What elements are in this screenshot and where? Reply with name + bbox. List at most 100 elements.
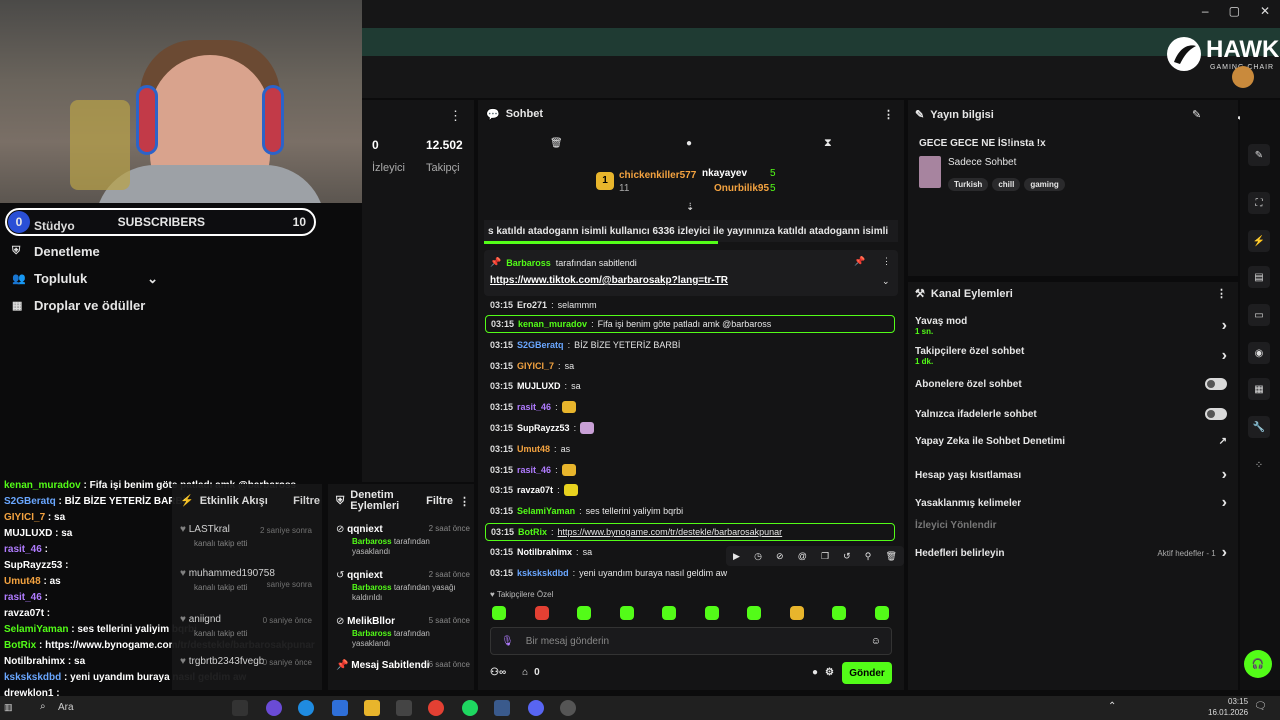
chat-message[interactable]: 03:15 S2GBeratq: BİZ BİZE YETERİZ BARBİ bbox=[490, 336, 680, 354]
emote-button[interactable] bbox=[662, 606, 676, 620]
edge-icon[interactable] bbox=[298, 700, 314, 716]
chat-input[interactable]: Bir mesaj gönderin bbox=[526, 636, 609, 647]
chat-message[interactable]: 03:15 MUJLUXD: sa bbox=[490, 377, 581, 395]
mail-icon[interactable] bbox=[332, 700, 348, 716]
leader-name[interactable]: nkayayev bbox=[702, 168, 747, 179]
channel-action-row[interactable]: Takipçilere özel sohbet 1 dk. › bbox=[915, 346, 1227, 366]
document-icon[interactable]: ▤ bbox=[1248, 266, 1270, 288]
emote-button[interactable] bbox=[577, 606, 591, 620]
folder-icon[interactable] bbox=[364, 700, 380, 716]
obs-icon[interactable] bbox=[560, 700, 576, 716]
pinned-link[interactable]: https://www.tiktok.com/@barbarosakp?lang… bbox=[490, 275, 728, 286]
trash-icon[interactable]: 🗑 bbox=[886, 551, 897, 562]
chevron-right-icon[interactable]: › bbox=[1222, 494, 1227, 512]
chevron-down-icon[interactable]: ⇣ bbox=[686, 202, 694, 213]
chat-message[interactable]: 03:15 BotRix: https://www.bynogame.com/tr/… bbox=[485, 523, 895, 541]
sidebar-item-topluluk[interactable]: 👥 Topluluk ⌄ bbox=[0, 265, 172, 292]
message-user[interactable]: SupRayzz53 bbox=[517, 423, 570, 433]
chevron-right-icon[interactable]: › bbox=[1222, 347, 1227, 365]
minimize-button[interactable]: – bbox=[1202, 4, 1209, 18]
emote-button[interactable] bbox=[619, 606, 634, 620]
chat-message[interactable]: 03:15 kskskskdbd: yeni uyandım buraya nası… bbox=[490, 564, 727, 582]
avatar[interactable] bbox=[1232, 66, 1254, 88]
channel-action-row[interactable]: Yasaklanmış kelimeler › bbox=[915, 494, 1227, 512]
points-icon[interactable]: ⚇∞ bbox=[490, 667, 506, 678]
message-user[interactable]: BotRix bbox=[518, 527, 547, 537]
tag-pill[interactable]: chill bbox=[992, 178, 1021, 191]
gear-icon[interactable]: ⚙ bbox=[825, 667, 834, 678]
stream-category[interactable]: Sadece Sohbet bbox=[948, 157, 1016, 168]
fullscreen-icon[interactable]: ⛶ bbox=[1248, 192, 1270, 214]
chat-message[interactable]: 03:15 Notilbrahimx: sa bbox=[490, 543, 592, 561]
task-view-icon[interactable] bbox=[232, 700, 248, 716]
activity-filter-button[interactable]: Filtre bbox=[293, 495, 320, 507]
chat-message[interactable]: 03:15 Ero271: selammm bbox=[490, 296, 597, 314]
chat-message[interactable]: 03:15 SupRayzz53: bbox=[490, 419, 598, 437]
channel-action-row[interactable]: Yapay Zeka ile Sohbet Denetimi ↗ bbox=[915, 436, 1227, 447]
chevron-right-icon[interactable]: › bbox=[1222, 317, 1227, 335]
steam-icon[interactable] bbox=[494, 700, 510, 716]
external-link-icon[interactable]: ↗ bbox=[1219, 436, 1227, 447]
channel-action-row[interactable]: Yavaş mod 1 sn. › bbox=[915, 316, 1227, 336]
chat-message[interactable]: 03:15 rasit_46: bbox=[490, 461, 580, 479]
broadcast-icon[interactable]: ◉ bbox=[1248, 342, 1270, 364]
message-user[interactable]: ravza07t bbox=[517, 485, 553, 495]
support-icon[interactable]: 🎧 bbox=[1244, 650, 1272, 678]
emote-button[interactable] bbox=[492, 606, 506, 620]
toggle-switch[interactable] bbox=[1205, 408, 1227, 420]
chevron-right-icon[interactable]: › bbox=[1222, 544, 1227, 562]
chat-input-box[interactable]: 🎙 Bir mesaj gönderin ☺ bbox=[490, 627, 892, 655]
mute-icon[interactable]: ⊘ bbox=[776, 551, 784, 562]
taskbar-search[interactable]: Ara bbox=[58, 702, 74, 713]
channel-action-row[interactable]: Hesap yaşı kısıtlaması › bbox=[915, 466, 1227, 484]
spotify-icon[interactable] bbox=[462, 700, 478, 716]
maximize-button[interactable]: ▢ bbox=[1229, 4, 1240, 18]
tag-pill[interactable]: Turkish bbox=[948, 178, 989, 191]
notification-icon[interactable]: 🗨 bbox=[1254, 701, 1267, 712]
emote-button[interactable] bbox=[534, 606, 549, 620]
message-user[interactable]: SelamiYaman bbox=[517, 506, 575, 516]
chevron-down-icon[interactable]: ⌄ bbox=[882, 276, 890, 287]
chat-bubble-icon[interactable]: ● bbox=[812, 667, 818, 678]
chat-message[interactable]: 03:15 rasit_46: bbox=[490, 398, 580, 416]
chrome-icon[interactable] bbox=[428, 700, 444, 716]
play-icon[interactable]: ▶ bbox=[733, 551, 740, 562]
toggle-switch[interactable] bbox=[1205, 378, 1227, 390]
sidebar-item-denetleme[interactable]: ⛨ Denetleme bbox=[0, 238, 172, 265]
channel-action-row[interactable]: İzleyici Yönlendir bbox=[915, 520, 1227, 531]
tag-pill[interactable]: gaming bbox=[1024, 178, 1065, 191]
mention-icon[interactable]: @ bbox=[798, 551, 807, 561]
search-icon[interactable]: ⌕ bbox=[40, 701, 46, 712]
chat-message[interactable]: 03:15 ravza07t: bbox=[490, 481, 582, 499]
more-icon[interactable]: ⋮ bbox=[883, 108, 894, 121]
emoji-icon[interactable]: ☺ bbox=[871, 636, 881, 647]
message-user[interactable]: Umut48 bbox=[517, 444, 550, 454]
message-user[interactable]: MUJLUXD bbox=[517, 381, 561, 391]
emote-button[interactable] bbox=[704, 606, 719, 620]
layout-icon[interactable]: ▦ bbox=[1248, 378, 1270, 400]
wrench-icon[interactable]: 🔧 bbox=[1248, 416, 1270, 438]
close-button[interactable]: ✕ bbox=[1260, 4, 1270, 18]
grid-icon[interactable]: ⁘ bbox=[1248, 454, 1270, 476]
tray-chevron-icon[interactable]: ⌃ bbox=[1108, 701, 1116, 712]
chat-icon[interactable]: ▭ bbox=[1248, 304, 1270, 326]
chat-message[interactable]: 03:15 GIYICI_7: sa bbox=[490, 357, 574, 375]
emote-button[interactable] bbox=[789, 606, 804, 620]
pencil-icon[interactable]: ✎ bbox=[1248, 144, 1270, 166]
more-icon[interactable]: ⋮ bbox=[882, 256, 891, 267]
gift-icon[interactable]: ⌂ bbox=[522, 667, 528, 678]
message-user[interactable]: kskskskdbd bbox=[517, 568, 569, 578]
message-user[interactable]: Ero271 bbox=[517, 300, 547, 310]
xbox-icon[interactable] bbox=[396, 700, 412, 716]
message-user[interactable]: kenan_muradov bbox=[518, 319, 587, 329]
message-user[interactable]: GIYICI_7 bbox=[517, 361, 554, 371]
chat-message[interactable]: 03:15 kenan_muradov: Fifa işi benim göte p… bbox=[485, 315, 895, 333]
channel-action-row[interactable]: Hedefleri belirleyin Aktif hedefler - 1 › bbox=[915, 544, 1227, 562]
pin-icon[interactable]: 📌 bbox=[854, 256, 865, 267]
leader-name[interactable]: Onurbilik95 bbox=[714, 183, 769, 194]
message-user[interactable]: rasit_46 bbox=[517, 465, 551, 475]
more-icon[interactable]: ⋮ bbox=[449, 108, 462, 124]
hourglass-icon[interactable]: ⧗ bbox=[824, 137, 832, 150]
modlog-filter-button[interactable]: Filtre bbox=[426, 495, 453, 507]
clock[interactable]: 03:15 16.01.2026 bbox=[1208, 696, 1248, 718]
